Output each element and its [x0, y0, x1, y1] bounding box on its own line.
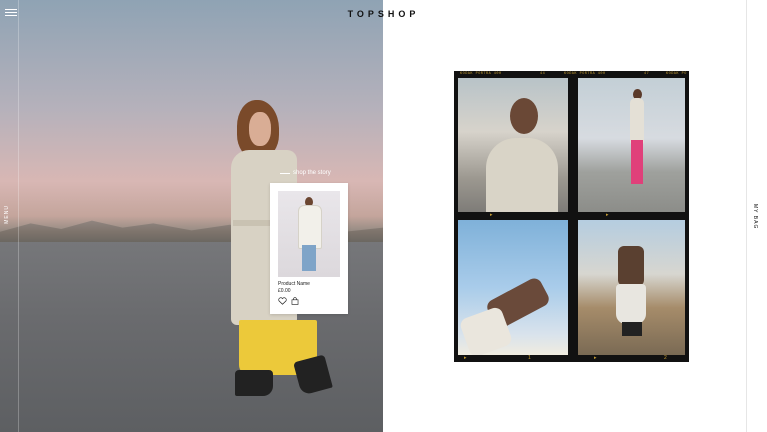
- heart-icon[interactable]: [278, 297, 287, 305]
- brand-logo[interactable]: TOPSHOP: [0, 9, 767, 19]
- right-divider: [746, 0, 747, 432]
- frame1-head: [510, 98, 538, 134]
- frame2-pink-trousers: [631, 140, 643, 184]
- film-sprocket-mark: ▸: [464, 355, 467, 361]
- frame4-top: [618, 246, 644, 286]
- film-edge-label: KODAK PORTRA 400: [460, 72, 502, 76]
- film-edge-label: 44: [540, 72, 546, 76]
- film-frame-4: [578, 220, 685, 355]
- frame1-coat: [486, 138, 558, 212]
- bag-icon[interactable]: [291, 297, 299, 305]
- my-bag-link[interactable]: MY BAG: [752, 204, 758, 229]
- film-edge-label: KODAK PORTRA 400: [564, 72, 606, 76]
- frame4-boots: [622, 322, 642, 336]
- film-frame-number: 2: [664, 355, 667, 361]
- model-face: [249, 112, 271, 146]
- frame4-skirt: [616, 284, 646, 324]
- film-frame-1: [458, 78, 568, 212]
- film-sprocket-mark: ▸: [490, 212, 493, 218]
- menu-label[interactable]: MENU: [4, 205, 10, 224]
- film-sprocket-mark: ▸: [594, 355, 597, 361]
- shop-the-story-link[interactable]: shop the story: [280, 170, 331, 176]
- frame2-coat: [630, 98, 644, 146]
- product-model-coat: [298, 205, 322, 249]
- film-frame-number: 1: [528, 355, 531, 361]
- film-contact-sheet: KODAK PORTRA 400 44 KODAK PORTRA 400 47 …: [454, 71, 689, 362]
- product-model-jeans: [302, 245, 316, 271]
- film-sprocket-mark: ▸: [606, 212, 609, 218]
- product-card[interactable]: Product Name £0.00: [270, 183, 348, 314]
- film-edge-label: KODAK PO: [666, 72, 687, 76]
- product-price: £0.00: [278, 288, 291, 294]
- left-rule: [18, 0, 19, 432]
- dash-divider: [280, 172, 290, 174]
- product-name[interactable]: Product Name: [278, 281, 310, 287]
- film-frame-3: [458, 220, 568, 355]
- model-boot-right: [293, 354, 333, 396]
- model-boot-left: [235, 370, 273, 396]
- film-frame-2: [578, 78, 685, 212]
- product-image[interactable]: [278, 191, 340, 277]
- shop-the-story-label: shop the story: [293, 170, 331, 176]
- film-edge-label: 47: [644, 72, 650, 76]
